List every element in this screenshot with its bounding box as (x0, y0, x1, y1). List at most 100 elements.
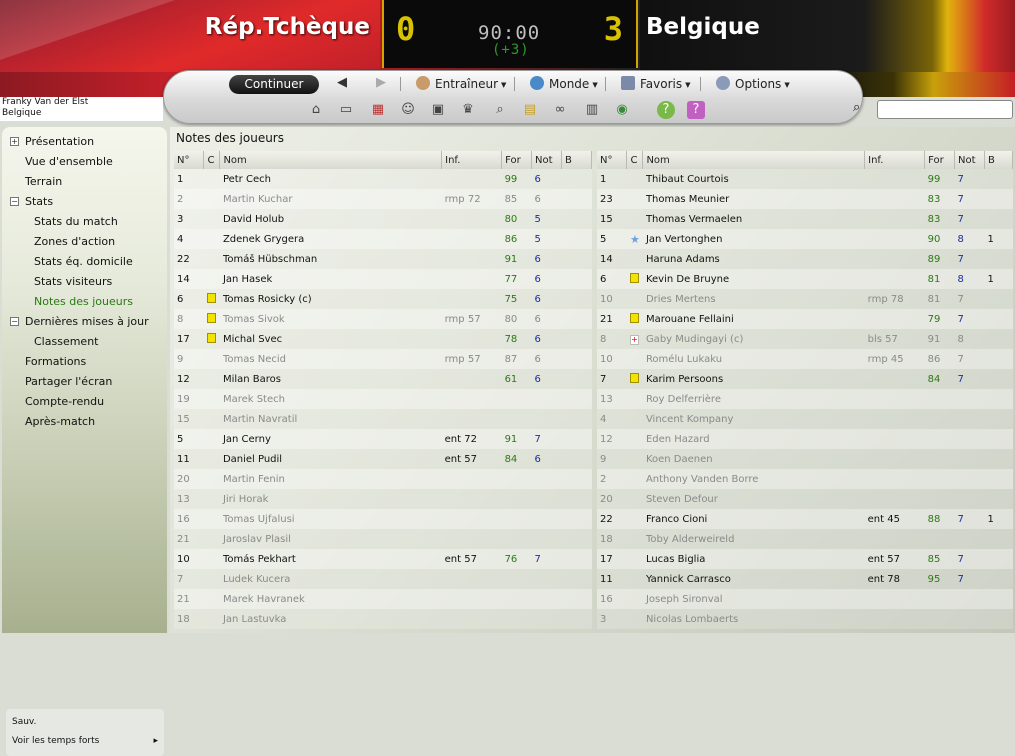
sidebar-item-compte-rendu[interactable]: Compte-rendu (2, 392, 167, 412)
player-name[interactable]: Marek Stech (219, 389, 442, 409)
table-row[interactable]: 4 Zdenek Grygera 86 5 (174, 229, 592, 249)
table-row[interactable]: 13 Jiri Horak (174, 489, 592, 509)
table-row[interactable]: 17 Lucas Biglia ent 57 85 7 (597, 549, 1013, 569)
manager-team[interactable]: Belgique (2, 108, 163, 119)
table-row[interactable]: 11 Yannick Carrasco ent 78 95 7 (597, 569, 1013, 589)
table-row[interactable]: 1 Petr Cech 99 6 (174, 169, 592, 189)
player-name[interactable]: Koen Daenen (642, 449, 865, 469)
calendar-icon[interactable]: ▦ (369, 101, 387, 119)
player-name[interactable]: Zdenek Grygera (219, 229, 442, 249)
sidebar-item-stats-visiteurs[interactable]: Stats visiteurs (2, 272, 167, 292)
table-row[interactable]: 7 Karim Persoons 84 7 (597, 369, 1013, 389)
table-row[interactable]: 3 Nicolas Lombaerts (597, 609, 1013, 629)
sidebar-item-formations[interactable]: Formations (2, 352, 167, 372)
player-name[interactable]: Tomas Sivok (219, 309, 442, 329)
player-name[interactable]: Petr Cech (219, 169, 442, 189)
save-button[interactable]: Sauv. (12, 717, 158, 736)
column-header[interactable]: N° (174, 151, 205, 169)
player-name[interactable]: Franco Cioni (642, 509, 865, 529)
column-header[interactable]: Inf. (864, 151, 926, 169)
table-row[interactable]: 12 Milan Baros 61 6 (174, 369, 592, 389)
column-header[interactable]: Inf. (441, 151, 503, 169)
column-header[interactable]: For (501, 151, 533, 169)
sidebar-item-zones-d-action[interactable]: Zones d'action (2, 232, 167, 252)
table-row[interactable]: 20 Steven Defour (597, 489, 1013, 509)
player-name[interactable]: Ludek Kucera (219, 569, 442, 589)
home-team-name[interactable]: Rép.Tchèque (180, 14, 370, 40)
player-name[interactable]: Roy Delferrière (642, 389, 865, 409)
column-header[interactable]: Nom (219, 151, 443, 169)
table-row[interactable]: 19 Marek Stech (174, 389, 592, 409)
table-row[interactable]: 15 Thomas Vermaelen 83 7 (597, 209, 1013, 229)
highlights-link[interactable]: Voir les temps forts ▸ (12, 736, 158, 755)
table-row[interactable]: 16 Tomas Ujfalusi (174, 509, 592, 529)
player-name[interactable]: Martin Fenin (219, 469, 442, 489)
player-name[interactable]: Jiri Horak (219, 489, 442, 509)
player-name[interactable]: Nicolas Lombaerts (642, 609, 865, 629)
table-row[interactable]: 3 David Holub 80 5 (174, 209, 592, 229)
tactics-icon[interactable]: ▣ (429, 101, 447, 119)
player-name[interactable]: Tomas Rosicky (c) (219, 289, 442, 309)
menu-favoris[interactable]: Favoris ▼ (621, 76, 691, 91)
table-row[interactable]: 2 Martin Kuchar rmp 72 85 6 (174, 189, 592, 209)
sidebar-item-classement[interactable]: Classement (2, 332, 167, 352)
menu-options[interactable]: Options ▼ (716, 76, 790, 91)
menu-monde[interactable]: Monde ▼ (530, 76, 598, 91)
player-name[interactable]: Thomas Meunier (642, 189, 865, 209)
player-name[interactable]: Yannick Carrasco (642, 569, 865, 589)
player-name[interactable]: Joseph Sironval (642, 589, 865, 609)
sidebar-item-partager-l-cran[interactable]: Partager l'écran (2, 372, 167, 392)
menu-entraineur[interactable]: Entraîneur ▼ (416, 76, 506, 91)
table-row[interactable]: 21 Marek Havranek (174, 589, 592, 609)
player-name[interactable]: Jan Lastuvka (219, 609, 442, 629)
column-header[interactable]: C (626, 151, 644, 169)
player-name[interactable]: Anthony Vanden Borre (642, 469, 865, 489)
sidebar-item-stats-q-domicile[interactable]: Stats éq. domicile (2, 252, 167, 272)
player-name[interactable]: Jan Hasek (219, 269, 442, 289)
column-header[interactable]: For (924, 151, 956, 169)
player-name[interactable]: Eden Hazard (642, 429, 865, 449)
player-name[interactable]: Martin Navratil (219, 409, 442, 429)
away-team-name[interactable]: Belgique (646, 14, 760, 40)
table-row[interactable]: 1 Thibaut Courtois 99 7 (597, 169, 1013, 189)
table-row[interactable]: 17 Michal Svec 78 6 (174, 329, 592, 349)
table-row[interactable]: 21 Jaroslav Plasil (174, 529, 592, 549)
manager-name[interactable]: Franky Van der Elst (2, 97, 163, 108)
table-row[interactable]: 21 Marouane Fellaini 79 7 (597, 309, 1013, 329)
sidebar-item-pr-sentation[interactable]: + Présentation (2, 132, 167, 152)
search-input[interactable] (877, 100, 1013, 119)
collapse-icon[interactable]: − (10, 317, 19, 326)
table-row[interactable]: 12 Eden Hazard (597, 429, 1013, 449)
trophy-icon[interactable]: ♛ (459, 101, 477, 119)
player-name[interactable]: Dries Mertens (642, 289, 865, 309)
player-name[interactable]: Tomás Pekhart (219, 549, 442, 569)
column-header[interactable]: C (203, 151, 221, 169)
news-icon[interactable]: ▥ (583, 101, 601, 119)
sidebar-item-derni-res-mises-jour[interactable]: − Dernières mises à jour (2, 312, 167, 332)
player-name[interactable]: Martin Kuchar (219, 189, 442, 209)
player-name[interactable]: Karim Persoons (642, 369, 865, 389)
column-header[interactable]: B (561, 151, 592, 169)
player-name[interactable]: Steven Defour (642, 489, 865, 509)
table-row[interactable]: 10 Dries Mertens rmp 78 81 7 (597, 289, 1013, 309)
question-icon[interactable]: ? (687, 101, 705, 119)
player-name[interactable]: Gaby Mudingayi (c) (642, 329, 865, 349)
table-row[interactable]: 18 Jan Lastuvka (174, 609, 592, 629)
table-row[interactable]: 6 Kevin De Bruyne 81 8 1 (597, 269, 1013, 289)
binoculars-icon[interactable]: ∞ (551, 101, 569, 119)
player-name[interactable]: Daniel Pudil (219, 449, 442, 469)
table-row[interactable]: 22 Franco Cioni ent 45 88 7 1 (597, 509, 1013, 529)
player-name[interactable]: Tomáš Hübschman (219, 249, 442, 269)
player-name[interactable]: Toby Alderweireld (642, 529, 865, 549)
search-icon[interactable]: ⌕ (853, 100, 860, 115)
player-name[interactable]: Marouane Fellaini (642, 309, 865, 329)
player-name[interactable]: Romélu Lukaku (642, 349, 865, 369)
notes-icon[interactable]: ▤ (521, 101, 539, 119)
sidebar-item-notes-des-joueurs[interactable]: Notes des joueurs (2, 292, 167, 312)
table-row[interactable]: 5 Jan Cerny ent 72 91 7 (174, 429, 592, 449)
table-row[interactable]: 9 Koen Daenen (597, 449, 1013, 469)
column-header[interactable]: N° (597, 151, 628, 169)
player-name[interactable]: Haruna Adams (642, 249, 865, 269)
player-name[interactable]: Jan Cerny (219, 429, 442, 449)
table-row[interactable]: 10 Tomás Pekhart ent 57 76 7 (174, 549, 592, 569)
